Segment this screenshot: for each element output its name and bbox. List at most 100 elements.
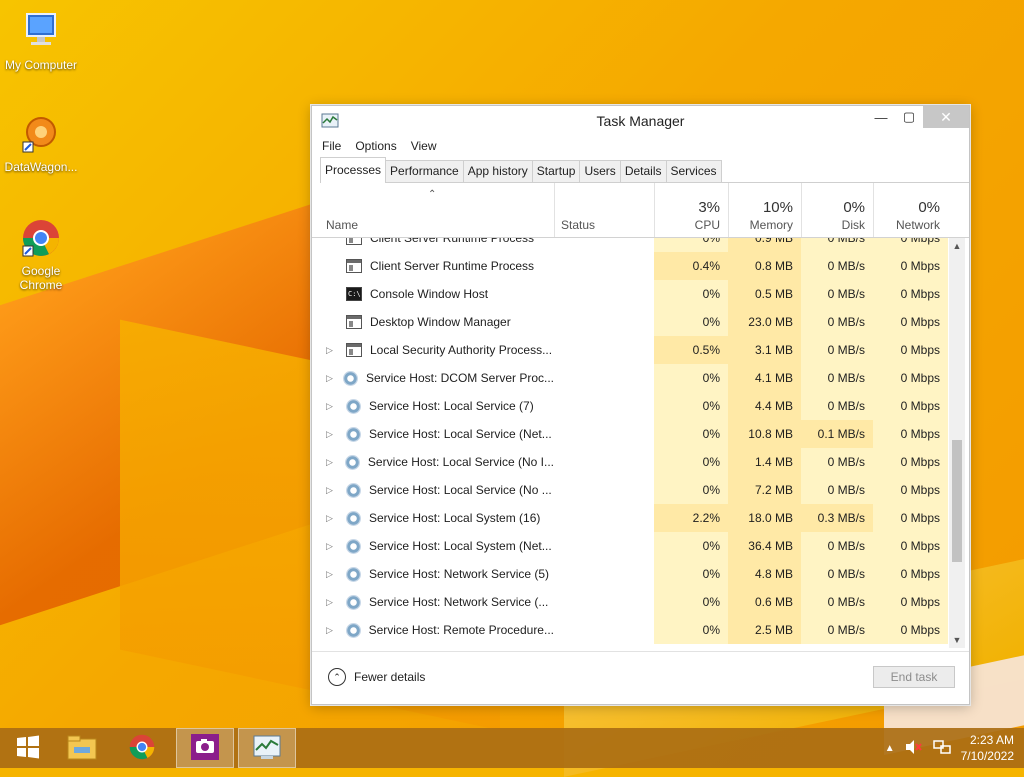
tab-app-history[interactable]: App history xyxy=(462,160,533,182)
table-row[interactable]: ▷ Service Host: Remote Procedure... 0% 2.5 … xyxy=(312,616,948,644)
tab-startup[interactable]: Startup xyxy=(531,160,581,182)
desktop-icon-datawagon[interactable]: DataWagon... xyxy=(2,112,80,174)
expand-chevron-icon[interactable]: ▷ xyxy=(326,364,337,392)
table-row[interactable]: ▷ Service Host: DCOM Server Proc... 0% 4.1 … xyxy=(312,364,948,392)
tab-services[interactable]: Services xyxy=(665,160,722,182)
table-row[interactable]: ▷ Service Host: Local System (Net... 0% 36.… xyxy=(312,532,948,560)
taskbar-camera-app[interactable] xyxy=(176,728,234,768)
camera-app-icon xyxy=(190,733,220,764)
table-row[interactable]: ▷ Local Security Authority Process... 0.5%… xyxy=(312,336,948,364)
desktop-icon-label: My Computer xyxy=(4,58,78,72)
desktop-icon-my-computer[interactable]: My Computer xyxy=(2,10,80,72)
expand-chevron-icon[interactable]: ▷ xyxy=(326,392,340,420)
tab-users[interactable]: Users xyxy=(579,160,621,182)
process-name: Service Host: Network Service (5) xyxy=(369,567,550,581)
process-cpu-cell: 0% xyxy=(654,588,728,616)
close-button[interactable]: ✕ xyxy=(923,106,969,128)
taskbar-task-manager[interactable] xyxy=(238,728,296,768)
process-network-cell: 0 Mbps xyxy=(873,476,948,504)
process-status-cell xyxy=(554,616,654,644)
process-status-cell xyxy=(554,364,654,392)
title-bar[interactable]: Task Manager — ▢ ✕ xyxy=(312,106,969,136)
process-status-cell xyxy=(554,588,654,616)
column-header-memory[interactable]: 10% Memory xyxy=(728,183,801,237)
column-header-cpu[interactable]: 3% CPU xyxy=(654,183,728,237)
expand-chevron-icon[interactable]: ▷ xyxy=(326,476,340,504)
tab-performance[interactable]: Performance xyxy=(385,160,464,182)
service-gear-icon xyxy=(346,398,361,414)
show-hidden-icons-chevron-up-icon[interactable]: ▲ xyxy=(885,743,895,754)
expand-chevron-icon[interactable]: ▷ xyxy=(326,420,340,448)
minimize-button[interactable]: — xyxy=(867,106,895,128)
table-row[interactable]: Desktop Window Manager 0% 23.0 MB 0 MB/s 0 M… xyxy=(312,308,948,336)
scrollbar-thumb[interactable] xyxy=(952,440,962,562)
column-header-network[interactable]: 0% Network xyxy=(873,183,948,237)
process-network-cell: 0 Mbps xyxy=(873,448,948,476)
process-memory-cell: 4.1 MB xyxy=(728,364,801,392)
volume-muted-icon[interactable] xyxy=(905,739,923,758)
desktop-icon-google-chrome[interactable]: Google Chrome xyxy=(2,216,80,292)
taskbar-file-explorer[interactable] xyxy=(54,728,110,768)
table-row[interactable]: ▷ Service Host: Local Service (7) 0% 4.4 MB… xyxy=(312,392,948,420)
window-controls: — ▢ ✕ xyxy=(867,106,969,128)
table-row[interactable]: C:\ Console Window Host 0% 0.5 MB 0 MB/s 0 Mb… xyxy=(312,280,948,308)
service-gear-icon xyxy=(344,454,360,470)
process-name-cell: ▷ Service Host: Local Service (Net... xyxy=(312,420,554,448)
datawagon-icon xyxy=(19,112,63,156)
menu-file[interactable]: File xyxy=(322,139,341,153)
fewer-details-button[interactable]: ⌃ Fewer details xyxy=(328,668,425,686)
expand-chevron-icon[interactable]: ▷ xyxy=(326,532,340,560)
tab-processes[interactable]: Processes xyxy=(320,157,387,183)
process-cpu-cell: 0% xyxy=(654,238,728,252)
end-task-button[interactable]: End task xyxy=(873,666,955,688)
scroll-up-icon[interactable]: ▲ xyxy=(949,238,965,254)
expand-chevron-icon[interactable]: ▷ xyxy=(326,336,340,364)
maximize-icon: ▢ xyxy=(902,109,916,124)
service-gear-icon xyxy=(346,510,361,526)
chevron-up-icon: ⌃ xyxy=(328,668,346,686)
expand-chevron-icon[interactable]: ▷ xyxy=(326,616,340,644)
expand-chevron-icon[interactable]: ▷ xyxy=(326,560,340,588)
taskbar-chrome[interactable] xyxy=(114,728,170,768)
process-network-cell: 0 Mbps xyxy=(873,560,948,588)
process-memory-cell: 0.5 MB xyxy=(728,280,801,308)
menu-options[interactable]: Options xyxy=(355,139,396,153)
window-app-icon xyxy=(346,259,362,273)
table-row[interactable]: ▷ Service Host: Local Service (No I... 0% 1… xyxy=(312,448,948,476)
menu-view[interactable]: View xyxy=(411,139,437,153)
scroll-down-icon[interactable]: ▼ xyxy=(949,632,965,648)
expand-chevron-icon[interactable]: ▷ xyxy=(326,504,340,532)
service-gear-icon xyxy=(346,538,361,554)
table-row[interactable]: ▷ Service Host: Local System (16) 2.2% 18.0… xyxy=(312,504,948,532)
table-row[interactable]: ▷ Service Host: Local Service (Net... 0% 10… xyxy=(312,420,948,448)
expand-chevron-icon[interactable]: ▷ xyxy=(326,448,339,476)
process-cpu-cell: 0% xyxy=(654,392,728,420)
vertical-scrollbar[interactable]: ▲ ▼ xyxy=(949,238,965,648)
console-icon: C:\ xyxy=(346,287,362,301)
process-name: Client Server Runtime Process xyxy=(370,259,535,273)
process-name-cell: C:\ Console Window Host xyxy=(312,280,554,308)
tab-strip: Processes Performance App history Startu… xyxy=(320,156,969,183)
process-status-cell xyxy=(554,504,654,532)
column-header-disk[interactable]: 0% Disk xyxy=(801,183,873,237)
taskbar-clock[interactable]: 2:23 AM 7/10/2022 xyxy=(961,732,1014,764)
network-icon[interactable] xyxy=(932,739,951,758)
process-memory-cell: 1.4 MB xyxy=(728,448,801,476)
process-disk-cell: 0 MB/s xyxy=(801,392,873,420)
maximize-button[interactable]: ▢ xyxy=(895,106,923,128)
tab-details[interactable]: Details xyxy=(619,160,667,182)
table-row[interactable]: ▷ Service Host: Local Service (No ... 0% 7.… xyxy=(312,476,948,504)
column-header-status[interactable]: Status xyxy=(554,183,654,237)
table-row[interactable]: ▷ Service Host: Network Service (5) 0% 4.8 … xyxy=(312,560,948,588)
table-row[interactable]: Client Server Runtime Process 0% 0.9 MB 0 M… xyxy=(312,238,948,252)
table-row[interactable]: Client Server Runtime Process 0.4% 0.8 MB 0… xyxy=(312,252,948,280)
process-cpu-cell: 0% xyxy=(654,448,728,476)
expand-chevron-icon[interactable]: ▷ xyxy=(326,588,340,616)
desktop-icon-label: Google Chrome xyxy=(19,264,63,292)
start-button[interactable] xyxy=(0,728,56,768)
column-header-name[interactable]: Name xyxy=(312,183,554,237)
table-row[interactable]: ▷ Service Host: Network Service (... 0% 0.6… xyxy=(312,588,948,616)
disk-total: 0% xyxy=(843,199,865,216)
process-name: Local Security Authority Process... xyxy=(370,343,553,357)
process-status-cell xyxy=(554,336,654,364)
